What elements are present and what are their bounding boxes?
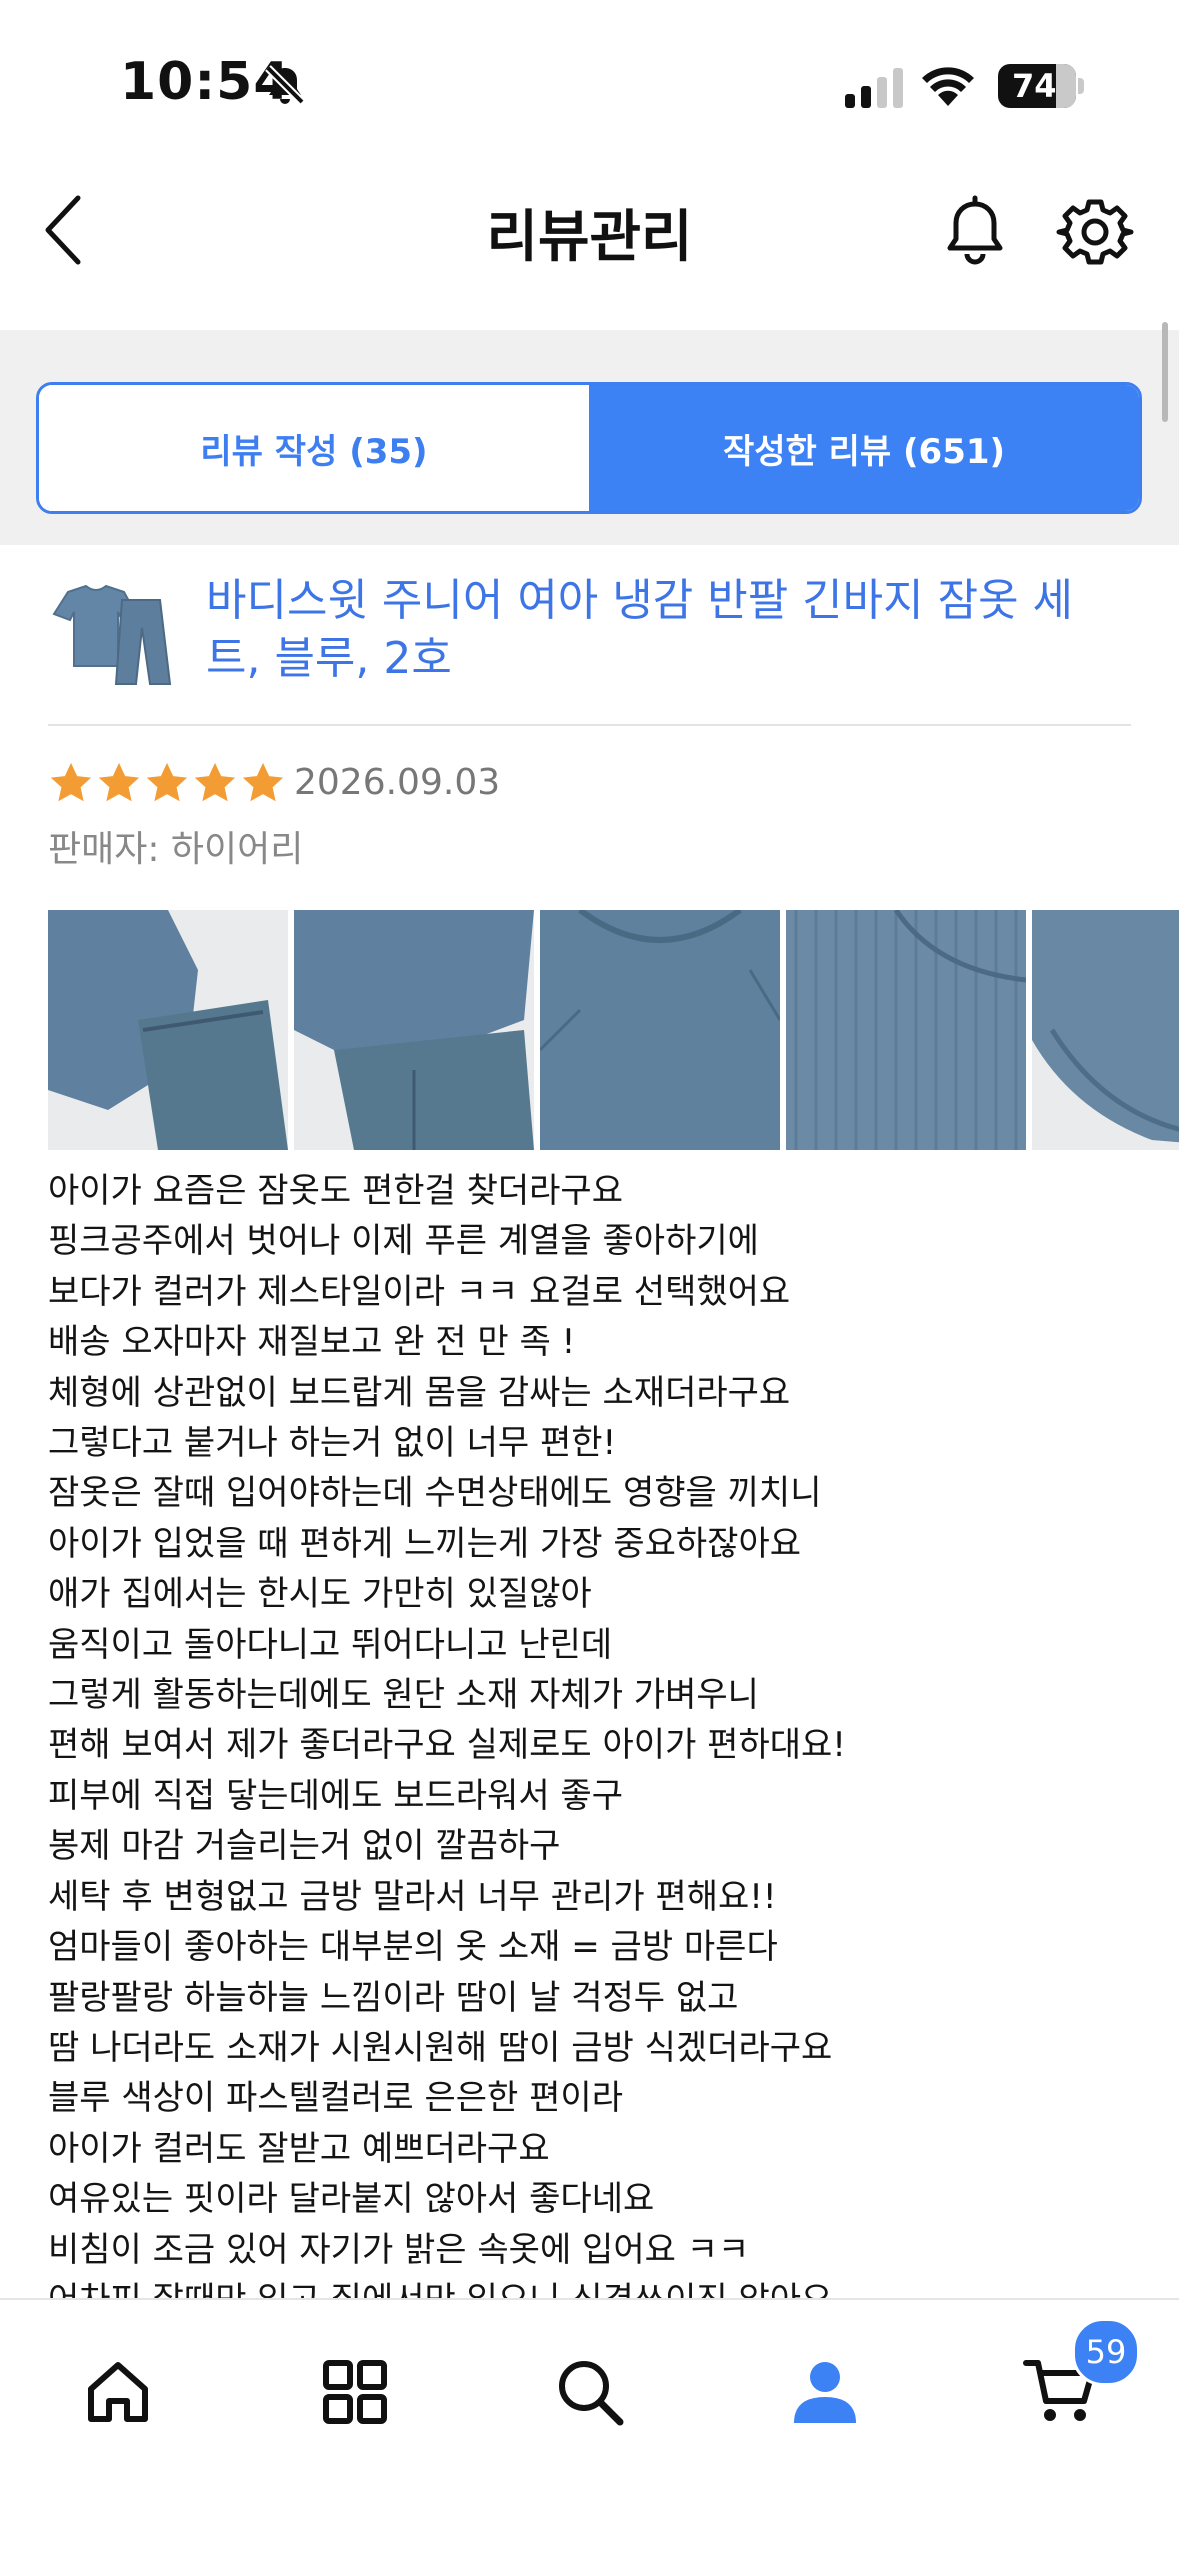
product-name-link[interactable]: 바디스윗 주니어 여아 냉감 반팔 긴바지 잠옷 세트, 블루, 2호 <box>206 572 1106 688</box>
review-text-line: 세탁 후 변형없고 금방 말라서 너무 관리가 편해요!! <box>48 1876 777 1917</box>
review-text-line: 그렇다고 붙거나 하는거 없이 너무 편한! <box>48 1423 617 1464</box>
review-text-line: 아이가 컬러도 잘받고 예쁘더라구요 <box>48 2128 550 2169</box>
nav-search[interactable] <box>540 2342 640 2442</box>
seller-name: 판매자: 하이어리 <box>48 829 304 870</box>
review-text-line: 아이가 요즘은 잠옷도 편한걸 찾더라구요 <box>48 1171 623 1211</box>
review-date: 2026.09.03 <box>294 762 501 803</box>
review-photo[interactable] <box>48 910 288 1150</box>
search-icon <box>559 2361 624 2426</box>
star-icon <box>242 762 284 802</box>
nav-category[interactable] <box>305 2342 405 2442</box>
bottom-tab-bar <box>0 2298 1179 2558</box>
cellular-signal-icon <box>845 68 903 108</box>
battery-indicator: 74 <box>998 64 1076 108</box>
review-text-line: 비침이 조금 있어 자기가 밝은 속옷에 입어요 ㅋㅋ <box>48 2229 750 2270</box>
category-grid-icon <box>323 2360 387 2424</box>
settings-gear-icon[interactable] <box>1055 192 1135 272</box>
review-text-line: 봉제 마감 거슬리는거 없이 깔끔하구 <box>48 1826 561 1867</box>
review-text-line: 아이가 입었을 때 편하게 느끼는게 가장 중요하잖아요 <box>48 1523 802 1564</box>
star-rating <box>48 760 286 806</box>
review-text-line: 잠옷은 잘때 입어야하는데 수면상태에도 영향을 끼치니 <box>48 1473 822 1514</box>
review-text-line: 어차피 잘때만 입고 집에서만 입으니 신경쓰이진 않아요 <box>48 2275 1148 2298</box>
tab-written-reviews[interactable]: 작성한 리뷰 (651) <box>589 385 1139 511</box>
review-text-line: 체형에 상관없이 보드랍게 몸을 감싸는 소재더라구요 <box>48 1372 791 1413</box>
review-text-line: 핑크공주에서 벗어나 이제 푸른 계열을 좋아하기에 <box>48 1221 759 1262</box>
review-photo[interactable] <box>786 910 1026 1150</box>
top-app-bar: 리뷰관리 <box>0 150 1179 330</box>
home-icon <box>88 2362 148 2422</box>
review-text-line: 블루 색상이 파스텔컬러로 은은한 편이라 <box>48 2078 623 2119</box>
review-text-line: 편해 보여서 제가 좋더라구요 실제로도 아이가 편하대요! <box>48 1725 846 1766</box>
review-text-line: 움직이고 돌아다니고 뛰어다니고 난린데 <box>48 1624 613 1665</box>
review-photo[interactable] <box>540 910 780 1150</box>
review-text-line: 그렇게 활동하는데에도 원단 소재 자체가 가벼우니 <box>48 1675 759 1716</box>
star-icon <box>194 762 236 802</box>
wifi-icon <box>922 67 974 106</box>
star-icon <box>50 762 92 802</box>
review-text-line: 팔랑팔랑 하늘하늘 느낌이라 땀이 날 걱정두 없고 <box>48 1977 739 2018</box>
star-icon <box>146 762 188 802</box>
nav-home[interactable] <box>68 2342 168 2442</box>
review-tabs: 리뷰 작성 (35) 작성한 리뷰 (651) <box>36 382 1142 514</box>
divider <box>48 724 1131 726</box>
review-tab-section: 리뷰 작성 (35) 작성한 리뷰 (651) <box>0 330 1179 545</box>
review-text-line: 애가 집에서는 한시도 가만히 있질않아 <box>48 1574 592 1615</box>
review-photo-strip[interactable] <box>48 910 1179 1150</box>
product-thumbnail[interactable] <box>48 580 173 690</box>
nav-my-account[interactable] <box>775 2342 875 2442</box>
review-body: 아이가 요즘은 잠옷도 편한걸 찾더라구요 핑크공주에서 벗어나 이제 푸른 계… <box>48 1166 1148 2298</box>
status-bar: 10:54 74 <box>0 0 1179 150</box>
bell-muted-icon <box>265 65 305 105</box>
review-text-line: 배송 오자마자 재질보고 완 전 만 족 ! <box>48 1322 576 1363</box>
star-icon <box>98 762 140 802</box>
tab-write-review[interactable]: 리뷰 작성 (35) <box>39 385 589 511</box>
notification-bell-icon[interactable] <box>935 192 1015 272</box>
review-text-line: 보다가 컬러가 제스타일이라 ㅋㅋ 요걸로 선택했어요 <box>48 1271 791 1312</box>
review-photo[interactable] <box>1032 910 1179 1150</box>
scrollbar[interactable] <box>1162 322 1168 422</box>
review-text-line: 엄마들이 좋아하는 대부분의 옷 소재 = 금방 마른다 <box>48 1927 778 1968</box>
review-text-line: 피부에 직접 닿는데에도 보드라워서 좋구 <box>48 1775 623 1816</box>
review-photo[interactable] <box>294 910 534 1150</box>
review-text-line: 땀 나더라도 소재가 시원시원해 땀이 금방 식겠더라구요 <box>48 2027 833 2068</box>
cart-count-badge: 59 <box>1072 2318 1140 2386</box>
review-text-line: 여유있는 핏이라 달라붙지 않아서 좋다네요 <box>48 2179 655 2220</box>
my-account-icon <box>794 2362 856 2423</box>
battery-level: 74 <box>1012 67 1057 105</box>
